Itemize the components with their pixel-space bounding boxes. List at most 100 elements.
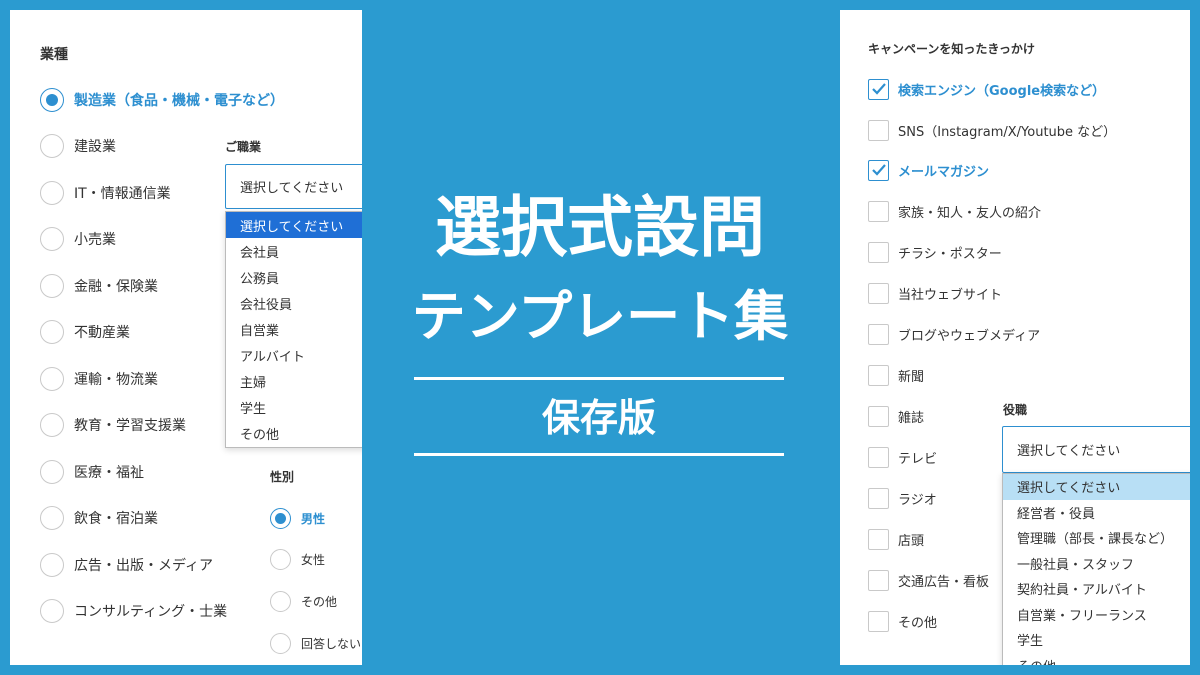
dropdown-option[interactable]: 会社員: [226, 238, 362, 264]
checkbox[interactable]: [868, 446, 889, 468]
dropdown-option[interactable]: 主婦: [226, 368, 362, 394]
radio-button[interactable]: [40, 599, 64, 623]
checkbox-label: チラシ・ポスター: [898, 246, 1002, 262]
dropdown-option[interactable]: 経営者・役員: [1003, 500, 1190, 526]
dropdown-option[interactable]: 学生: [1003, 627, 1190, 653]
radio-button[interactable]: [40, 367, 64, 391]
checkbox[interactable]: [868, 528, 889, 550]
radio-industry-8[interactable]: 医療・福祉: [40, 459, 144, 485]
checkbox[interactable]: [868, 200, 889, 222]
check-campaign-13[interactable]: その他: [868, 609, 937, 633]
check-campaign-10[interactable]: ラジオ: [868, 486, 937, 510]
checkbox-label: メールマガジン: [898, 164, 990, 180]
radio-button[interactable]: [40, 274, 64, 298]
occupation-select-value: 選択してください: [240, 181, 344, 196]
radio-industry-3[interactable]: 小売業: [40, 226, 116, 252]
check-campaign-5[interactable]: 当社ウェブサイト: [868, 281, 1002, 305]
title-divider-bottom: [414, 453, 784, 456]
radio-industry-6[interactable]: 運輸・物流業: [40, 366, 158, 392]
radio-industry-10[interactable]: 広告・出版・メディア: [40, 552, 213, 578]
checkbox[interactable]: [868, 487, 889, 509]
radio-button[interactable]: [40, 227, 64, 251]
dropdown-option[interactable]: その他: [226, 420, 362, 446]
radio-button[interactable]: [40, 320, 64, 344]
check-campaign-9[interactable]: テレビ: [868, 445, 937, 469]
radio-button[interactable]: [40, 134, 64, 158]
title-line-2: テンプレート集: [411, 285, 789, 348]
check-campaign-3[interactable]: 家族・知人・友人の紹介: [868, 199, 1041, 223]
radio-button[interactable]: [40, 506, 64, 530]
radio-button[interactable]: [270, 590, 291, 612]
check-campaign-12[interactable]: 交通広告・看板: [868, 568, 989, 592]
radio-industry-9[interactable]: 飲食・宿泊業: [40, 505, 158, 531]
checkbox[interactable]: [868, 405, 889, 427]
checkbox[interactable]: [868, 364, 889, 386]
dropdown-option[interactable]: 選択してください: [226, 212, 362, 238]
dropdown-option[interactable]: 自営業・フリーランス: [1003, 602, 1190, 628]
radio-gender-0[interactable]: 男性: [270, 505, 325, 531]
check-campaign-1[interactable]: SNS（Instagram/X/Youtube など）: [868, 118, 1116, 142]
radio-gender-1[interactable]: 女性: [270, 546, 325, 572]
position-dropdown: 選択してください 経営者・役員 管理職（部長・課長など） 一般社員・スタッフ 契…: [1002, 473, 1190, 665]
radio-button[interactable]: [40, 181, 64, 205]
radio-industry-4[interactable]: 金融・保険業: [40, 273, 158, 299]
checkbox-label: 交通広告・看板: [898, 574, 990, 590]
radio-button-checked[interactable]: [270, 507, 291, 529]
check-campaign-8[interactable]: 雑誌: [868, 404, 924, 428]
check-campaign-6[interactable]: ブログやウェブメディア: [868, 322, 1040, 346]
radio-industry-7[interactable]: 教育・学習支援業: [40, 412, 186, 438]
radio-button[interactable]: [270, 632, 291, 654]
radio-button-checked[interactable]: [40, 88, 64, 112]
check-campaign-7[interactable]: 新聞: [868, 363, 924, 387]
radio-industry-5[interactable]: 不動産業: [40, 319, 130, 345]
radio-label: 運輸・物流業: [74, 372, 158, 388]
dropdown-option[interactable]: 管理職（部長・課長など）: [1003, 525, 1190, 551]
radio-button[interactable]: [270, 548, 291, 570]
left-form-panel: 業種 製造業（食品・機械・電子など） 建設業 IT・情報通信業 小売業 金融・保…: [10, 10, 362, 665]
checkbox-checked[interactable]: [868, 159, 889, 181]
checkbox-label: ラジオ: [898, 492, 937, 508]
checkbox-label: 雑誌: [898, 410, 925, 426]
check-campaign-4[interactable]: チラシ・ポスター: [868, 240, 1002, 264]
checkbox-checked[interactable]: [868, 78, 889, 100]
radio-button[interactable]: [40, 553, 64, 577]
checkbox-label: 当社ウェブサイト: [898, 287, 1003, 303]
checkbox[interactable]: [868, 119, 889, 141]
checkbox[interactable]: [868, 282, 889, 304]
radio-industry-0[interactable]: 製造業（食品・機械・電子など）: [40, 87, 284, 113]
radio-label: 回答しない: [301, 636, 362, 651]
dropdown-option[interactable]: 一般社員・スタッフ: [1003, 551, 1190, 577]
radio-label: 不動産業: [74, 325, 130, 341]
checkbox-label: ブログやウェブメディア: [898, 328, 1041, 344]
radio-gender-3[interactable]: 回答しない: [270, 630, 361, 656]
checkbox[interactable]: [868, 241, 889, 263]
dropdown-option[interactable]: アルバイト: [226, 342, 362, 368]
dropdown-option[interactable]: 会社役員: [226, 290, 362, 316]
radio-gender-2[interactable]: その他: [270, 588, 337, 614]
radio-button[interactable]: [40, 460, 64, 484]
dropdown-option[interactable]: その他: [1003, 653, 1190, 665]
dropdown-option[interactable]: 選択してください: [1003, 474, 1190, 500]
checkbox[interactable]: [868, 323, 889, 345]
radio-industry-2[interactable]: IT・情報通信業: [40, 180, 171, 206]
checkbox-label: 新聞: [898, 369, 925, 385]
check-campaign-0[interactable]: 検索エンジン（Google検索など）: [868, 77, 1105, 101]
radio-industry-1[interactable]: 建設業: [40, 133, 116, 159]
dropdown-option[interactable]: 学生: [226, 394, 362, 420]
checkbox[interactable]: [868, 569, 889, 591]
checkmark-icon: [871, 83, 886, 95]
occupation-heading: ご職業: [225, 140, 262, 154]
radio-label: 飲食・宿泊業: [74, 511, 158, 527]
radio-button[interactable]: [40, 413, 64, 437]
radio-label: その他: [301, 594, 338, 609]
dropdown-option[interactable]: 公務員: [226, 264, 362, 290]
checkbox-label: 家族・知人・友人の紹介: [898, 205, 1042, 221]
checkbox[interactable]: [868, 610, 889, 632]
dropdown-option[interactable]: 自営業: [226, 316, 362, 342]
occupation-select[interactable]: 選択してください: [225, 164, 362, 209]
radio-industry-11[interactable]: コンサルティング・士業: [40, 598, 227, 624]
position-select[interactable]: 選択してください: [1002, 426, 1190, 473]
dropdown-option[interactable]: 契約社員・アルバイト: [1003, 576, 1190, 602]
check-campaign-11[interactable]: 店頭: [868, 527, 924, 551]
check-campaign-2[interactable]: メールマガジン: [868, 158, 989, 182]
